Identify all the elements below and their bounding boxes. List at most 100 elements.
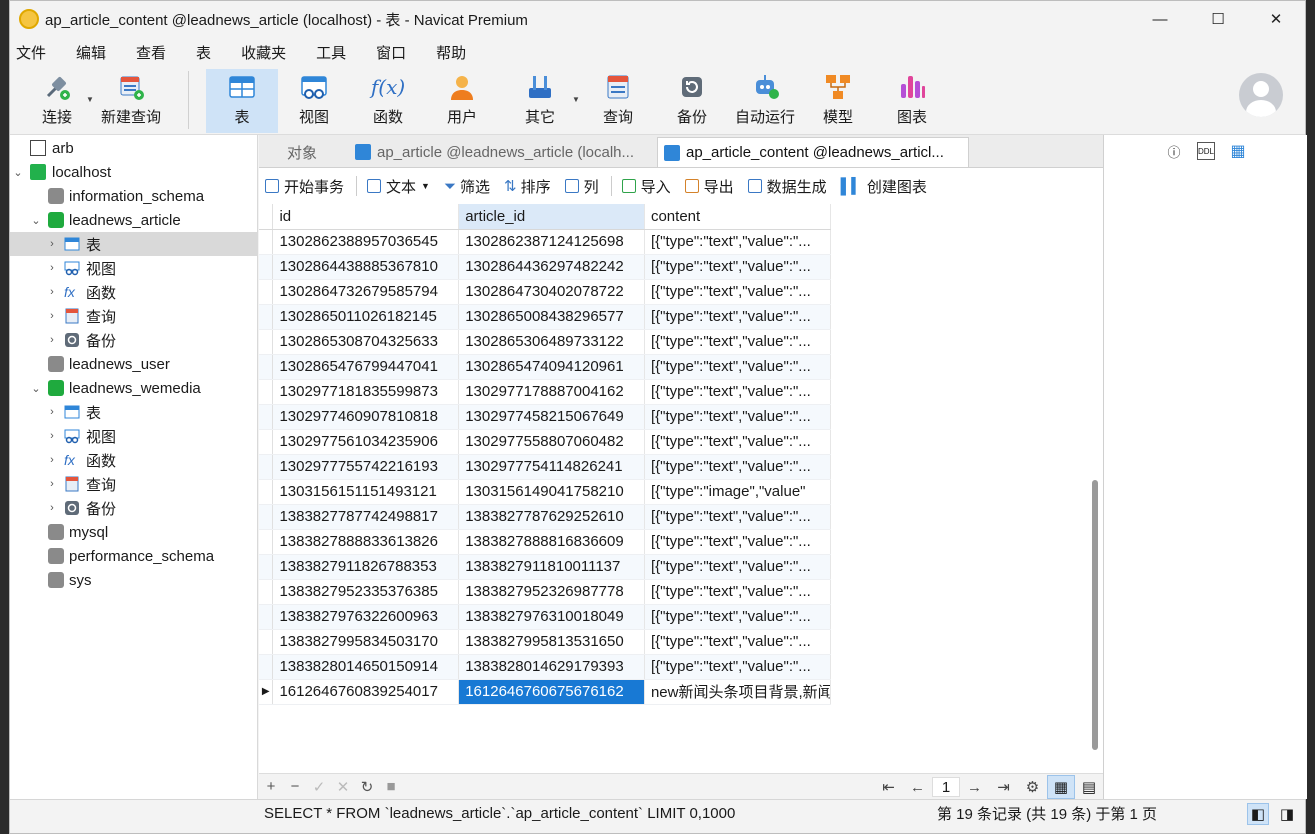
minimize-button[interactable]: —: [1131, 1, 1189, 37]
grid-view-icon[interactable]: ▦: [1047, 775, 1075, 799]
last-page-icon[interactable]: ⇥: [989, 778, 1018, 796]
cell-article-id[interactable]: 1302977458215067649: [458, 404, 645, 430]
cell-id[interactable]: 1302865308704325633: [272, 329, 460, 355]
chevron-right-icon[interactable]: ›: [46, 310, 58, 322]
table-row[interactable]: 1302977561034235906 1302977558807060482[{…: [259, 429, 832, 455]
create-chart-button[interactable]: ▌▍ 创建图表: [841, 176, 927, 197]
maximize-button[interactable]: ☐: [1189, 1, 1247, 37]
new-query-button[interactable]: 新建查询: [98, 69, 164, 133]
cell-content[interactable]: [{"type":"text","value":"...: [644, 454, 832, 480]
table-row[interactable]: 1302977460907810818 1302977458215067649[{…: [259, 404, 832, 430]
column-header-content[interactable]: content: [644, 204, 832, 230]
import-button[interactable]: 导入: [621, 176, 671, 197]
tree-item-arb[interactable]: arb: [10, 136, 257, 160]
cell-article-id[interactable]: 1383827787629252610: [458, 504, 645, 530]
cell-content[interactable]: [{"type":"text","value":"...: [644, 604, 832, 630]
table-row[interactable]: 1302864438885367810 1302864436297482242[{…: [259, 254, 832, 280]
tree-item-leadnews-user[interactable]: leadnews_user: [10, 352, 257, 376]
cell-id[interactable]: 1302977561034235906: [272, 429, 460, 455]
cell-content[interactable]: [{"type":"text","value":"...: [644, 229, 832, 255]
menu-table[interactable]: 表: [196, 42, 211, 63]
chevron-right-icon[interactable]: ›: [46, 478, 58, 490]
cell-id[interactable]: 1383827976322600963: [272, 604, 460, 630]
filter-button[interactable]: ⏷ 筛选: [444, 176, 490, 197]
function-button[interactable]: f(x) 函数: [356, 69, 420, 133]
table-row[interactable]: 1302864732679585794 1302864730402078722[{…: [259, 279, 832, 305]
tab-objects[interactable]: 对象: [269, 137, 349, 167]
table-row[interactable]: 1302862388957036545 1302862387124125698[{…: [259, 229, 832, 255]
tab-ap-article-content[interactable]: ap_article_content @leadnews_articl...: [657, 137, 969, 167]
cell-id[interactable]: 1303156151151493121: [272, 479, 460, 505]
data-grid[interactable]: id article_id content 130286238895703654…: [259, 204, 832, 705]
tab-ap-article[interactable]: ap_article @leadnews_article (localh...: [349, 137, 655, 167]
columns-button[interactable]: 列: [564, 176, 599, 197]
tree-item-information-schema[interactable]: information_schema: [10, 184, 257, 208]
cell-article-id[interactable]: 1302862387124125698: [458, 229, 645, 255]
apply-icon[interactable]: ✓: [307, 778, 331, 796]
table-row[interactable]: 1383827995834503170 1383827995813531650[{…: [259, 629, 832, 655]
chart-button[interactable]: 图表: [880, 69, 944, 133]
discard-icon[interactable]: ✕: [331, 778, 355, 796]
tree-item-queries[interactable]: › 查询: [10, 472, 257, 496]
tree-item-tables[interactable]: › 表: [10, 400, 257, 424]
cell-content[interactable]: [{"type":"text","value":"...: [644, 354, 832, 380]
menu-edit[interactable]: 编辑: [76, 42, 106, 63]
form-view-icon[interactable]: ▤: [1075, 775, 1103, 799]
row-header[interactable]: [259, 254, 274, 280]
menu-view[interactable]: 查看: [136, 42, 166, 63]
tree-item-leadnews-article[interactable]: ⌄ leadnews_article: [10, 208, 257, 232]
tree-item-views[interactable]: › 视图: [10, 256, 257, 280]
cell-content[interactable]: [{"type":"text","value":"...: [644, 279, 832, 305]
chevron-right-icon[interactable]: ›: [46, 406, 58, 418]
cell-article-id[interactable]: 1303156149041758210: [458, 479, 645, 505]
query-button[interactable]: 查询: [586, 69, 650, 133]
tree-item-tables[interactable]: › 表: [10, 232, 257, 256]
tree-item-functions[interactable]: › fx 函数: [10, 448, 257, 472]
column-header-article-id[interactable]: article_id: [458, 204, 645, 230]
row-header[interactable]: [259, 629, 274, 655]
previous-page-icon[interactable]: ←: [903, 779, 932, 796]
chevron-right-icon[interactable]: ›: [46, 454, 58, 466]
cell-article-id[interactable]: 1383827976310018049: [458, 604, 645, 630]
cell-article-id[interactable]: 1302977558807060482: [458, 429, 645, 455]
cell-id[interactable]: 1302864732679585794: [272, 279, 460, 305]
chevron-right-icon[interactable]: ›: [46, 262, 58, 274]
cell-content[interactable]: [{"type":"text","value":"...: [644, 379, 832, 405]
cell-id[interactable]: 1383827995834503170: [272, 629, 460, 655]
row-header[interactable]: [259, 279, 274, 305]
row-header[interactable]: [259, 229, 274, 255]
table-row[interactable]: 1383827952335376385 1383827952326987778[{…: [259, 579, 832, 605]
row-header[interactable]: [259, 304, 274, 330]
cell-content[interactable]: [{"type":"text","value":"...: [644, 304, 832, 330]
first-page-icon[interactable]: ⇤: [874, 778, 903, 796]
cell-id[interactable]: 1383827911826788353: [272, 554, 460, 580]
row-header[interactable]: [259, 504, 274, 530]
scrollbar-thumb[interactable]: [1092, 480, 1098, 750]
cell-content[interactable]: [{"type":"text","value":"...: [644, 254, 832, 280]
sort-button[interactable]: ⇅ 排序: [504, 176, 551, 197]
connect-dropdown-icon[interactable]: ▼: [86, 95, 94, 104]
menu-window[interactable]: 窗口: [376, 42, 406, 63]
ddl-icon[interactable]: DDL: [1197, 142, 1215, 160]
menu-file[interactable]: 文件: [16, 42, 46, 63]
begin-transaction-button[interactable]: 开始事务: [265, 176, 344, 197]
menu-favorites[interactable]: 收藏夹: [241, 42, 286, 63]
table-row[interactable]: 1302977755742216193 1302977754114826241[{…: [259, 454, 832, 480]
cell-id[interactable]: 1383827888833613826: [272, 529, 460, 555]
split-right-icon[interactable]: ◨: [1276, 803, 1298, 825]
cell-content[interactable]: [{"type":"text","value":"...: [644, 504, 832, 530]
cell-id[interactable]: 1302864438885367810: [272, 254, 460, 280]
row-header[interactable]: [259, 329, 274, 355]
tree-item-performance-schema[interactable]: performance_schema: [10, 544, 257, 568]
refresh-icon[interactable]: ↻: [355, 778, 379, 796]
tree-item-sys[interactable]: sys: [10, 568, 257, 592]
tree-item-leadnews-wemedia[interactable]: ⌄ leadnews_wemedia: [10, 376, 257, 400]
cell-article-id[interactable]: 1383827952326987778: [458, 579, 645, 605]
cell-content[interactable]: [{"type":"image","value": [644, 479, 832, 505]
cell-article-id[interactable]: 1383827995813531650: [458, 629, 645, 655]
other-button[interactable]: 其它: [508, 69, 572, 133]
cell-content[interactable]: [{"type":"text","value":"...: [644, 579, 832, 605]
cell-id[interactable]: 1302865011026182145: [272, 304, 460, 330]
cell-content[interactable]: [{"type":"text","value":"...: [644, 654, 832, 680]
automation-button[interactable]: 自动运行: [732, 69, 798, 133]
